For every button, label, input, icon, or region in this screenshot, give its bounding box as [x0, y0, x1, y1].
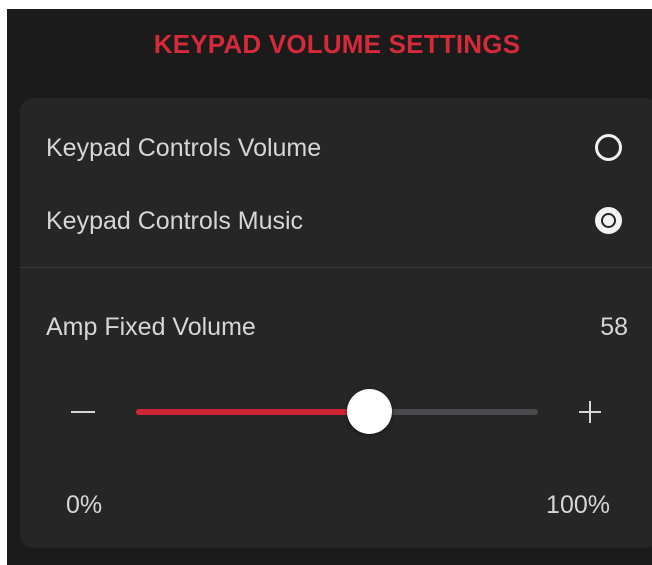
radio-dot-icon: [601, 213, 616, 228]
minus-icon: [71, 411, 95, 413]
option-label: Keypad Controls Music: [46, 207, 304, 235]
page-title: KEYPAD VOLUME SETTINGS: [153, 29, 521, 59]
volume-slider-thumb[interactable]: [347, 389, 393, 434]
option-keypad-controls-music[interactable]: Keypad Controls Music: [20, 199, 652, 249]
option-label: Keypad Controls Volume: [46, 134, 322, 162]
option-keypad-controls-volume[interactable]: Keypad Controls Volume: [20, 126, 652, 176]
amp-fixed-volume-label: Amp Fixed Volume: [46, 313, 256, 341]
range-max-label: 100%: [546, 491, 610, 519]
plus-icon-vertical: [589, 401, 591, 423]
volume-slider[interactable]: [136, 389, 538, 434]
volume-decrease-button[interactable]: [65, 394, 101, 430]
settings-screen: KEYPAD VOLUME SETTINGS Keypad Controls V…: [7, 9, 652, 565]
range-min-label: 0%: [66, 491, 103, 519]
radio-button-unselected[interactable]: [595, 134, 622, 161]
settings-card: Keypad Controls Volume Keypad Controls M…: [20, 98, 652, 548]
volume-slider-fill: [136, 409, 370, 415]
divider: [20, 267, 652, 268]
amp-fixed-volume-value: 58: [600, 313, 628, 341]
volume-increase-button[interactable]: [572, 394, 608, 430]
radio-button-selected[interactable]: [595, 207, 622, 234]
